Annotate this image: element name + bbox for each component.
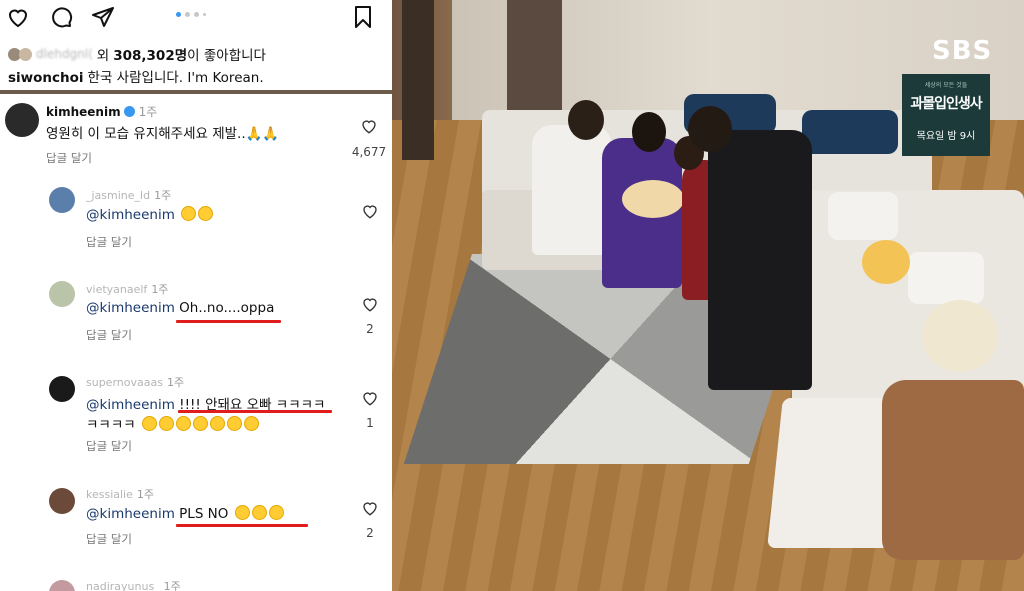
comment-username[interactable]: supernovaaas 1주 xyxy=(86,374,184,390)
laughing-emoji-icon xyxy=(198,206,214,221)
red-underline xyxy=(176,524,308,527)
program-banner: 세상의 모든 것들 과몰입인생사 목요일 밤 9시 xyxy=(902,74,990,156)
carousel-indicator xyxy=(176,12,206,17)
likes-summary[interactable]: dlehdgnl( 외 308,302명 이 좋아합니다 xyxy=(8,44,266,64)
network-logo: SBS xyxy=(932,36,993,66)
white-pillow xyxy=(828,192,898,240)
red-underline xyxy=(176,320,281,323)
rofl-emoji-icon xyxy=(175,416,191,431)
liker-avatar xyxy=(19,47,32,61)
bookmark-icon[interactable] xyxy=(350,5,376,29)
comment-text: @kimheenim PLS NO xyxy=(86,505,284,522)
person-white-shirt xyxy=(532,125,612,255)
comment-text: 영원히 이 모습 유지해주세요 제발..🙏🙏 xyxy=(46,126,280,142)
post-action-bar xyxy=(0,0,392,34)
person-head xyxy=(688,106,732,152)
comment-like-heart-icon[interactable] xyxy=(360,295,380,313)
door-frame xyxy=(402,0,434,160)
laughing-emoji-icon xyxy=(251,505,267,520)
share-icon[interactable] xyxy=(90,5,116,29)
broadcast-still: SBS 세상의 모든 것들 과몰입인생사 목요일 밤 9시 xyxy=(392,0,1024,591)
comment-like-count: 4,677 xyxy=(351,145,387,159)
laughing-emoji-icon xyxy=(181,206,197,221)
rofl-emoji-icon xyxy=(226,416,242,431)
likes-suffix: 이 좋아합니다 xyxy=(187,48,266,64)
comment-like-heart-icon[interactable] xyxy=(359,117,379,135)
rofl-emoji-icon xyxy=(158,416,174,431)
round-pillow xyxy=(922,300,998,372)
avatar[interactable] xyxy=(49,187,75,213)
avatar[interactable] xyxy=(49,580,75,591)
laughing-emoji-icon xyxy=(268,505,284,520)
comment-text: @kimheenim xyxy=(86,206,214,223)
comment-like-count: 1 xyxy=(366,416,374,430)
mention-link[interactable]: @kimheenim xyxy=(86,506,175,522)
instagram-post-panel: dlehdgnl( 외 308,302명 이 좋아합니다 siwonchoi 한국 … xyxy=(0,0,392,591)
laughing-emoji-icon xyxy=(234,505,250,520)
leather-chair xyxy=(882,380,1024,560)
comment-username[interactable]: nadirayunus_ 1주 xyxy=(86,578,181,591)
mention-link[interactable]: @kimheenim xyxy=(86,397,175,413)
held-cushion xyxy=(622,180,684,218)
reply-button[interactable]: 답글 달기 xyxy=(46,150,92,166)
comment-icon[interactable] xyxy=(48,5,74,29)
comment-like-count: 2 xyxy=(366,526,374,540)
air-time: 목요일 밤 9시 xyxy=(916,131,976,142)
comment-text: @kimheenim Oh..no....oppa xyxy=(86,300,275,316)
comment-like-heart-icon[interactable] xyxy=(360,499,380,517)
comment-username[interactable]: kessialie 1주 xyxy=(86,486,154,502)
likes-prefix: 외 xyxy=(96,48,110,64)
rofl-emoji-icon xyxy=(243,416,259,431)
person-head xyxy=(632,112,666,152)
white-pillow xyxy=(908,252,984,304)
comment-username[interactable]: vietyanaelf 1주 xyxy=(86,281,168,297)
avatar[interactable] xyxy=(49,281,75,307)
comment-like-heart-icon[interactable] xyxy=(360,202,380,220)
rofl-emoji-icon xyxy=(141,416,157,431)
carousel-dot xyxy=(203,13,206,16)
avatar[interactable] xyxy=(49,376,75,402)
carousel-dot xyxy=(185,12,190,17)
reply-button[interactable]: 답글 달기 xyxy=(86,531,132,547)
program-tagline: 세상의 모든 것들 xyxy=(924,82,968,89)
rofl-emoji-icon xyxy=(192,416,208,431)
caption-username[interactable]: siwonchoi xyxy=(8,70,84,86)
navy-pillow xyxy=(802,110,898,154)
person-head xyxy=(568,100,604,140)
carousel-dot xyxy=(194,12,199,17)
program-title: 과몰입인생사 xyxy=(910,96,982,112)
comment-username[interactable]: _jasmine_ld 1주 xyxy=(86,187,171,203)
avatar[interactable] xyxy=(49,488,75,514)
photo-edge xyxy=(0,90,392,94)
person-black-tracksuit xyxy=(708,130,812,390)
character-pillow xyxy=(862,240,910,284)
likes-count[interactable]: 308,302명 xyxy=(113,44,187,64)
reply-button[interactable]: 답글 달기 xyxy=(86,234,132,250)
mention-link[interactable]: @kimheenim xyxy=(86,300,175,316)
verified-badge-icon xyxy=(123,106,135,117)
avatar[interactable] xyxy=(5,103,39,137)
reply-button[interactable]: 답글 달기 xyxy=(86,438,132,454)
mention-link[interactable]: @kimheenim xyxy=(86,207,175,223)
caption-text: 한국 사람입니다. I'm Korean. xyxy=(87,70,264,86)
liker-name[interactable]: dlehdgnl( xyxy=(36,47,93,61)
heart-icon[interactable] xyxy=(5,5,31,29)
comment-username[interactable]: kimheenim 1주 xyxy=(46,103,157,120)
comment-like-heart-icon[interactable] xyxy=(360,389,380,407)
carousel-dot-active xyxy=(176,12,181,17)
comment-text-line2: ㅋㅋㅋㅋ xyxy=(86,413,259,433)
rofl-emoji-icon xyxy=(209,416,225,431)
reply-button[interactable]: 답글 달기 xyxy=(86,327,132,343)
post-caption: siwonchoi 한국 사람입니다. I'm Korean. xyxy=(8,66,264,86)
comment-like-count: 2 xyxy=(366,322,374,336)
